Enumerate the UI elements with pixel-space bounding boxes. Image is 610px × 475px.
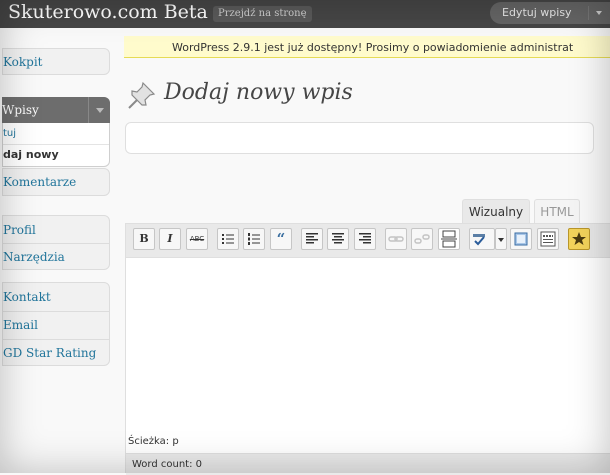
sidebar-item-kontakt[interactable]: Kontakt <box>3 283 109 311</box>
strikethrough-button[interactable]: ABC <box>186 228 208 250</box>
bullet-list-icon[interactable] <box>217 228 239 250</box>
tab-visual[interactable]: Wizualny <box>462 199 530 223</box>
admin-sidebar: Kokpit Wpisy tuj daj nowy Komentarze Pro… <box>0 28 112 473</box>
link-icon[interactable] <box>385 228 407 250</box>
italic-button[interactable]: I <box>159 228 181 250</box>
admin-header: Skuterowo.com Beta Przejdź na stronę Edy… <box>0 0 610 28</box>
sidebar-subitem-add-new[interactable]: daj nowy <box>3 148 59 161</box>
chevron-down-icon[interactable] <box>587 6 610 20</box>
sidebar-item-kokpit[interactable]: Kokpit <box>2 48 110 75</box>
word-count-text: Word count: 0 <box>132 459 203 470</box>
editor-path-bar: Ścieżka: p <box>126 434 610 451</box>
sidebar-subitem-edit[interactable]: tuj <box>3 128 16 139</box>
favorites-label: Edytuj wpisy <box>502 6 572 19</box>
sidebar-item-email[interactable]: Email <box>3 312 109 339</box>
align-left-icon[interactable] <box>301 228 323 250</box>
align-right-icon[interactable] <box>354 228 376 250</box>
sidebar-item-gd-star-rating[interactable]: GD Star Rating <box>3 340 109 366</box>
editor-toolbar: B I ABC “ <box>126 224 610 258</box>
fullscreen-icon[interactable] <box>510 228 532 250</box>
divider <box>3 144 109 145</box>
align-center-icon[interactable] <box>327 228 349 250</box>
word-count-bar: Word count: 0 <box>126 453 610 475</box>
sidebar-item-label: Narzędzia <box>3 250 65 264</box>
bold-button[interactable]: B <box>133 228 155 250</box>
sidebar-item-wpisy[interactable]: Wpisy <box>2 97 110 123</box>
editor-path-text: Ścieżka: p <box>128 436 179 447</box>
collapse-arrow-icon[interactable] <box>88 97 111 123</box>
post-editor: B I ABC “ Ścieżka: p Word count: 0 <box>125 223 610 475</box>
sidebar-item-label: Komentarze <box>3 175 77 189</box>
sidebar-group-users: Profil Narzędzia <box>2 215 110 270</box>
sidebar-item-komentarze[interactable]: Komentarze <box>2 168 110 196</box>
spellcheck-icon[interactable] <box>469 228 495 250</box>
insert-more-tag-icon[interactable] <box>438 228 460 250</box>
chevron-down-icon[interactable] <box>495 228 507 250</box>
pushpin-icon <box>127 80 157 110</box>
sidebar-group-plugins: Kontakt Email GD Star Rating <box>2 282 110 366</box>
sidebar-item-label: GD Star Rating <box>3 346 97 360</box>
post-title-input[interactable] <box>125 122 594 154</box>
blockquote-button[interactable]: “ <box>270 228 292 250</box>
sidebar-menu-wpisy: Wpisy tuj daj nowy <box>2 97 110 167</box>
sidebar-item-label: Kontakt <box>3 290 51 304</box>
kitchen-sink-icon[interactable] <box>537 228 559 250</box>
tab-html[interactable]: HTML <box>534 199 580 223</box>
unlink-icon[interactable] <box>411 228 433 250</box>
update-notice: WordPress 2.9.1 jest już dostępny! Prosi… <box>124 36 610 58</box>
sidebar-item-label: Kokpit <box>3 55 43 69</box>
page-title: Dodaj nowy wpis <box>164 80 353 105</box>
sidebar-item-label: Email <box>3 318 38 332</box>
visit-site-button[interactable]: Przejdź na stronę <box>213 6 312 22</box>
editor-content-area[interactable] <box>126 258 610 434</box>
update-notice-text: WordPress 2.9.1 jest już dostępny! Prosi… <box>172 41 574 54</box>
star-rating-icon[interactable] <box>568 228 590 250</box>
numbered-list-icon[interactable] <box>243 228 265 250</box>
sidebar-item-label: Profil <box>3 223 36 237</box>
favorites-dropdown[interactable]: Edytuj wpisy <box>490 2 610 24</box>
sidebar-item-profil[interactable]: Profil <box>3 216 109 243</box>
sidebar-item-label: Wpisy <box>2 103 39 117</box>
site-title[interactable]: Skuterowo.com Beta <box>8 1 208 23</box>
sidebar-item-narzedzia[interactable]: Narzędzia <box>3 244 109 270</box>
